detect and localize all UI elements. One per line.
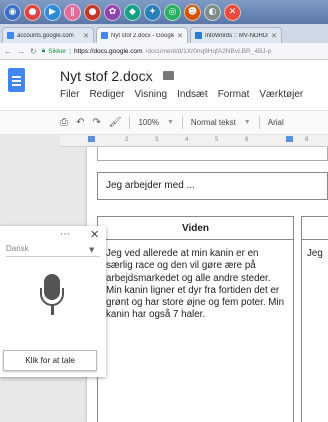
chevron-down-icon[interactable]: ▼ — [244, 119, 251, 126]
ruler-tick: 2 — [125, 137, 129, 143]
media-player-icon[interactable]: ▶ — [44, 3, 61, 21]
menu-file[interactable]: Filer — [60, 89, 79, 100]
reload-icon[interactable]: ↻ — [30, 47, 37, 56]
app-icon[interactable]: ☻ — [184, 3, 201, 21]
star-icon[interactable]: ☆ — [142, 68, 153, 82]
ruler-tick: 8 — [305, 137, 309, 143]
tab-title: accounts.google.com — [17, 32, 74, 39]
url-path: /document/d/1Xr0nq9HqfA2NBvLBR_4BJ-p — [145, 47, 272, 55]
back-arrow-icon[interactable]: ← — [4, 47, 12, 56]
intowords-favicon-icon — [195, 32, 202, 39]
browser-tab[interactable]: IntoWords :: MV-NORDIC ✕ — [190, 27, 282, 43]
close-icon[interactable]: ✕ — [90, 228, 99, 241]
chrome-icon[interactable]: ● — [24, 3, 41, 21]
url-host: https://docs.google.com — [73, 47, 143, 55]
url-separator: | — [69, 47, 71, 55]
column-header — [302, 217, 328, 240]
indent-marker[interactable] — [286, 136, 293, 142]
document-page[interactable]: Jeg arbejder med ... Viden Jeg ved aller… — [87, 147, 328, 422]
app-icon[interactable]: ◆ — [124, 3, 141, 21]
secure-label: Sikker — [48, 47, 67, 55]
menu-insert[interactable]: Indsæt — [177, 89, 208, 100]
indent-marker[interactable] — [88, 136, 95, 142]
lock-icon: 🔒︎ — [41, 47, 46, 54]
tooltip: Klik for at tale — [3, 350, 97, 371]
toolbar-divider — [181, 116, 183, 129]
style-select[interactable]: Normal tekst — [191, 118, 236, 127]
tab-title: IntoWords :: MV-NORDIC — [205, 32, 269, 39]
google-favicon-icon — [7, 32, 14, 39]
pause-icon[interactable]: ‖ — [64, 3, 81, 21]
document-title[interactable]: Nyt stof 2.docx — [60, 68, 153, 84]
font-select[interactable]: Arial — [268, 118, 284, 127]
column-text[interactable]: Jeg ved allerede at min kanin er en særl… — [98, 240, 293, 330]
previous-table-edge — [97, 147, 328, 161]
language-select[interactable]: Dansk — [6, 244, 29, 253]
start-orb-icon[interactable]: ◉ — [4, 3, 21, 21]
docs-favicon-icon — [101, 32, 108, 39]
editing-toolbar: ⎙ ↶ ↷ 🖌︎ 100% ▼ Normal tekst ▼ Arial — [0, 110, 328, 135]
column-text[interactable]: Jeg — [302, 240, 328, 268]
voice-typing-panel: ⋯ ✕ Dansk ▼ Klik for at tale — [0, 226, 106, 377]
app-icon[interactable]: ✦ — [144, 3, 161, 21]
menu-view[interactable]: Visning — [134, 89, 167, 100]
column-header: Viden — [98, 217, 293, 240]
sentence-starter-box[interactable]: Jeg arbejder med ... — [97, 172, 328, 200]
close-tab-icon[interactable]: ✕ — [177, 32, 183, 40]
app-icon[interactable]: ✿ — [104, 3, 121, 21]
forward-arrow-icon[interactable]: → — [17, 47, 25, 56]
menu-bar: Filer Rediger Visning Indsæt Format Værk… — [60, 89, 303, 100]
windows-taskbar: ◉ ● ▶ ‖ ● ✿ ◆ ✦ ◎ ☻ ◐ ✕ — [0, 0, 328, 24]
app-icon[interactable]: ✕ — [224, 3, 241, 21]
close-tab-icon[interactable]: ✕ — [271, 32, 277, 40]
print-icon[interactable]: ⎙ — [60, 117, 68, 128]
chevron-down-icon[interactable]: ▼ — [89, 246, 94, 254]
app-icon[interactable]: ◐ — [204, 3, 221, 21]
ruler-tick: 3 — [155, 137, 159, 143]
toolbar-divider — [258, 116, 260, 129]
menu-format[interactable]: Format — [218, 89, 250, 100]
table-column-viden[interactable]: Viden Jeg ved allerede at min kanin er e… — [97, 216, 294, 422]
toolbar-divider — [129, 116, 131, 129]
tab-title: Nyt stof 2.docx - Google D — [111, 32, 175, 39]
redo-icon[interactable]: ↷ — [92, 117, 100, 128]
paint-format-icon[interactable]: 🖌︎ — [109, 117, 122, 128]
docs-header: Nyt stof 2.docx ☆ Filer Rediger Visning … — [0, 60, 328, 110]
app-icon[interactable]: ◎ — [164, 3, 181, 21]
ruler-tick: 5 — [215, 137, 219, 143]
zoom-select[interactable]: 100% — [138, 118, 158, 127]
undo-icon[interactable]: ↶ — [76, 117, 84, 128]
more-options-icon[interactable]: ⋯ — [60, 229, 71, 240]
microphone-icon[interactable] — [40, 274, 64, 318]
ruler[interactable]: 2 3 4 5 6 8 — [60, 135, 328, 147]
browser-tab[interactable]: accounts.google.com ✕ — [2, 27, 94, 43]
menu-tools[interactable]: Værktøjer — [259, 89, 303, 100]
close-tab-icon[interactable]: ✕ — [83, 32, 89, 40]
browser-tab-strip: accounts.google.com ✕ Nyt stof 2.docx - … — [0, 24, 328, 43]
docs-logo-icon[interactable] — [8, 68, 25, 92]
record-icon[interactable]: ● — [84, 3, 101, 21]
address-bar: ← → ↻ 🔒︎ Sikker | https://docs.google.co… — [0, 43, 328, 60]
ruler-tick: 4 — [185, 137, 189, 143]
browser-tab-active[interactable]: Nyt stof 2.docx - Google D ✕ — [96, 27, 188, 43]
menu-edit[interactable]: Rediger — [89, 89, 124, 100]
language-underline — [6, 256, 100, 257]
folder-icon[interactable] — [163, 71, 174, 80]
table-column-second[interactable]: Jeg — [301, 216, 328, 422]
ruler-tick: 6 — [245, 137, 249, 143]
chevron-down-icon[interactable]: ▼ — [167, 119, 174, 126]
url-field[interactable]: 🔒︎ Sikker | https://docs.google.com/docu… — [42, 45, 328, 57]
